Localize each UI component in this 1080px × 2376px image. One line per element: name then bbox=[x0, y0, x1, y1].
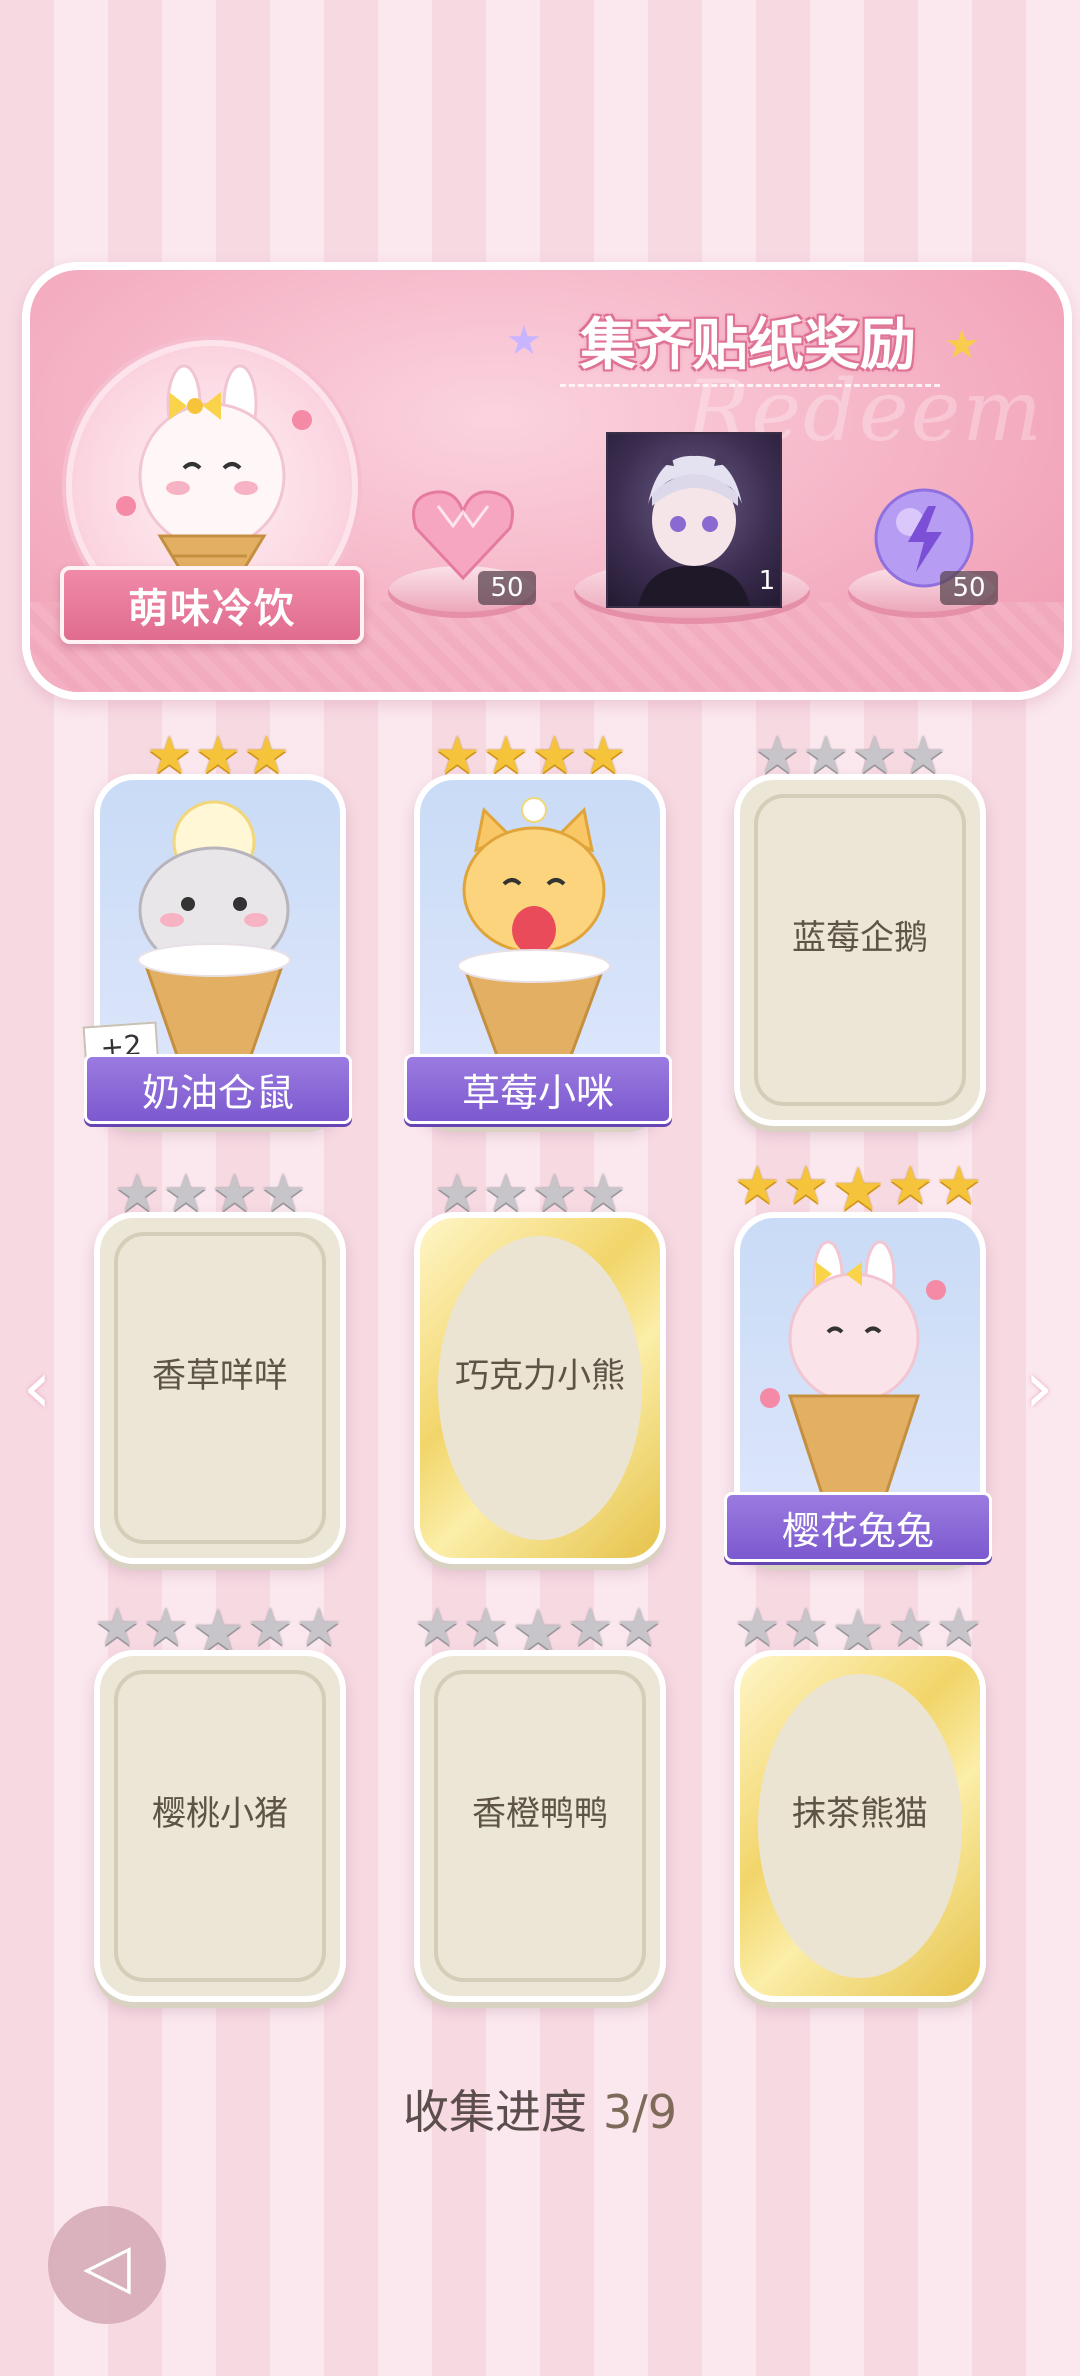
sticker-book-name: 萌味冷饮 bbox=[60, 566, 364, 644]
back-button[interactable]: ◁ bbox=[48, 2206, 166, 2324]
star-decoration-icon: ★ bbox=[944, 322, 980, 368]
reward-count: 50 bbox=[478, 571, 536, 605]
sticker-card-locked[interactable]: 香橙鸭鸭 bbox=[414, 1650, 666, 2002]
hamster-icecream-icon bbox=[137, 800, 291, 1060]
star-decoration-icon: ★ bbox=[506, 318, 542, 364]
prev-page-arrow-icon[interactable]: ‹ bbox=[14, 1345, 60, 1429]
card-name: 香草咩咩 bbox=[152, 1356, 288, 1396]
sticker-card-locked[interactable]: 樱桃小猪 bbox=[94, 1650, 346, 2002]
card-name: 奶油仓鼠 bbox=[84, 1054, 352, 1124]
star-icon: ★ bbox=[935, 1156, 983, 1216]
star-rating: ★ ★ ★ ★ ★ bbox=[734, 1160, 982, 1220]
reward-count: 50 bbox=[940, 571, 998, 605]
card-name: 樱桃小猪 bbox=[152, 1794, 288, 1834]
star-icon: ★ bbox=[782, 1156, 830, 1216]
star-icon: ★ bbox=[887, 1156, 934, 1216]
sticker-card-locked[interactable]: 蓝莓企鹅 bbox=[734, 774, 986, 1126]
card-name: 草莓小咪 bbox=[404, 1054, 672, 1124]
sticker-card-locked[interactable]: 香草咩咩 bbox=[94, 1212, 346, 1564]
bunny-icecream-icon bbox=[760, 1240, 946, 1496]
card-name: 蓝莓企鹅 bbox=[792, 918, 928, 958]
progress-value: 3/9 bbox=[602, 2085, 678, 2139]
title-divider bbox=[560, 384, 940, 387]
progress-label: 收集进度 bbox=[402, 2085, 587, 2139]
banner-title: 集齐贴纸奖励 bbox=[580, 311, 916, 378]
card-name: 香橙鸭鸭 bbox=[472, 1794, 608, 1834]
card-name: 樱花兔兔 bbox=[724, 1492, 992, 1562]
card-name: 抹茶熊猫 bbox=[792, 1794, 928, 1834]
next-page-arrow-icon[interactable]: › bbox=[1016, 1345, 1062, 1429]
collection-progress: 收集进度 3/9 bbox=[0, 2076, 1080, 2142]
sticker-card-locked[interactable]: 巧克力小熊 bbox=[414, 1212, 666, 1564]
sticker-card-locked[interactable]: 抹茶熊猫 bbox=[734, 1650, 986, 2002]
cat-icecream-icon bbox=[457, 797, 611, 1060]
back-arrow-icon: ◁ bbox=[83, 2228, 131, 2302]
reward-count: 1 bbox=[758, 566, 776, 596]
star-icon: ★ bbox=[831, 1155, 886, 1225]
star-icon: ★ bbox=[734, 1156, 781, 1216]
card-name: 巧克力小熊 bbox=[455, 1356, 625, 1396]
